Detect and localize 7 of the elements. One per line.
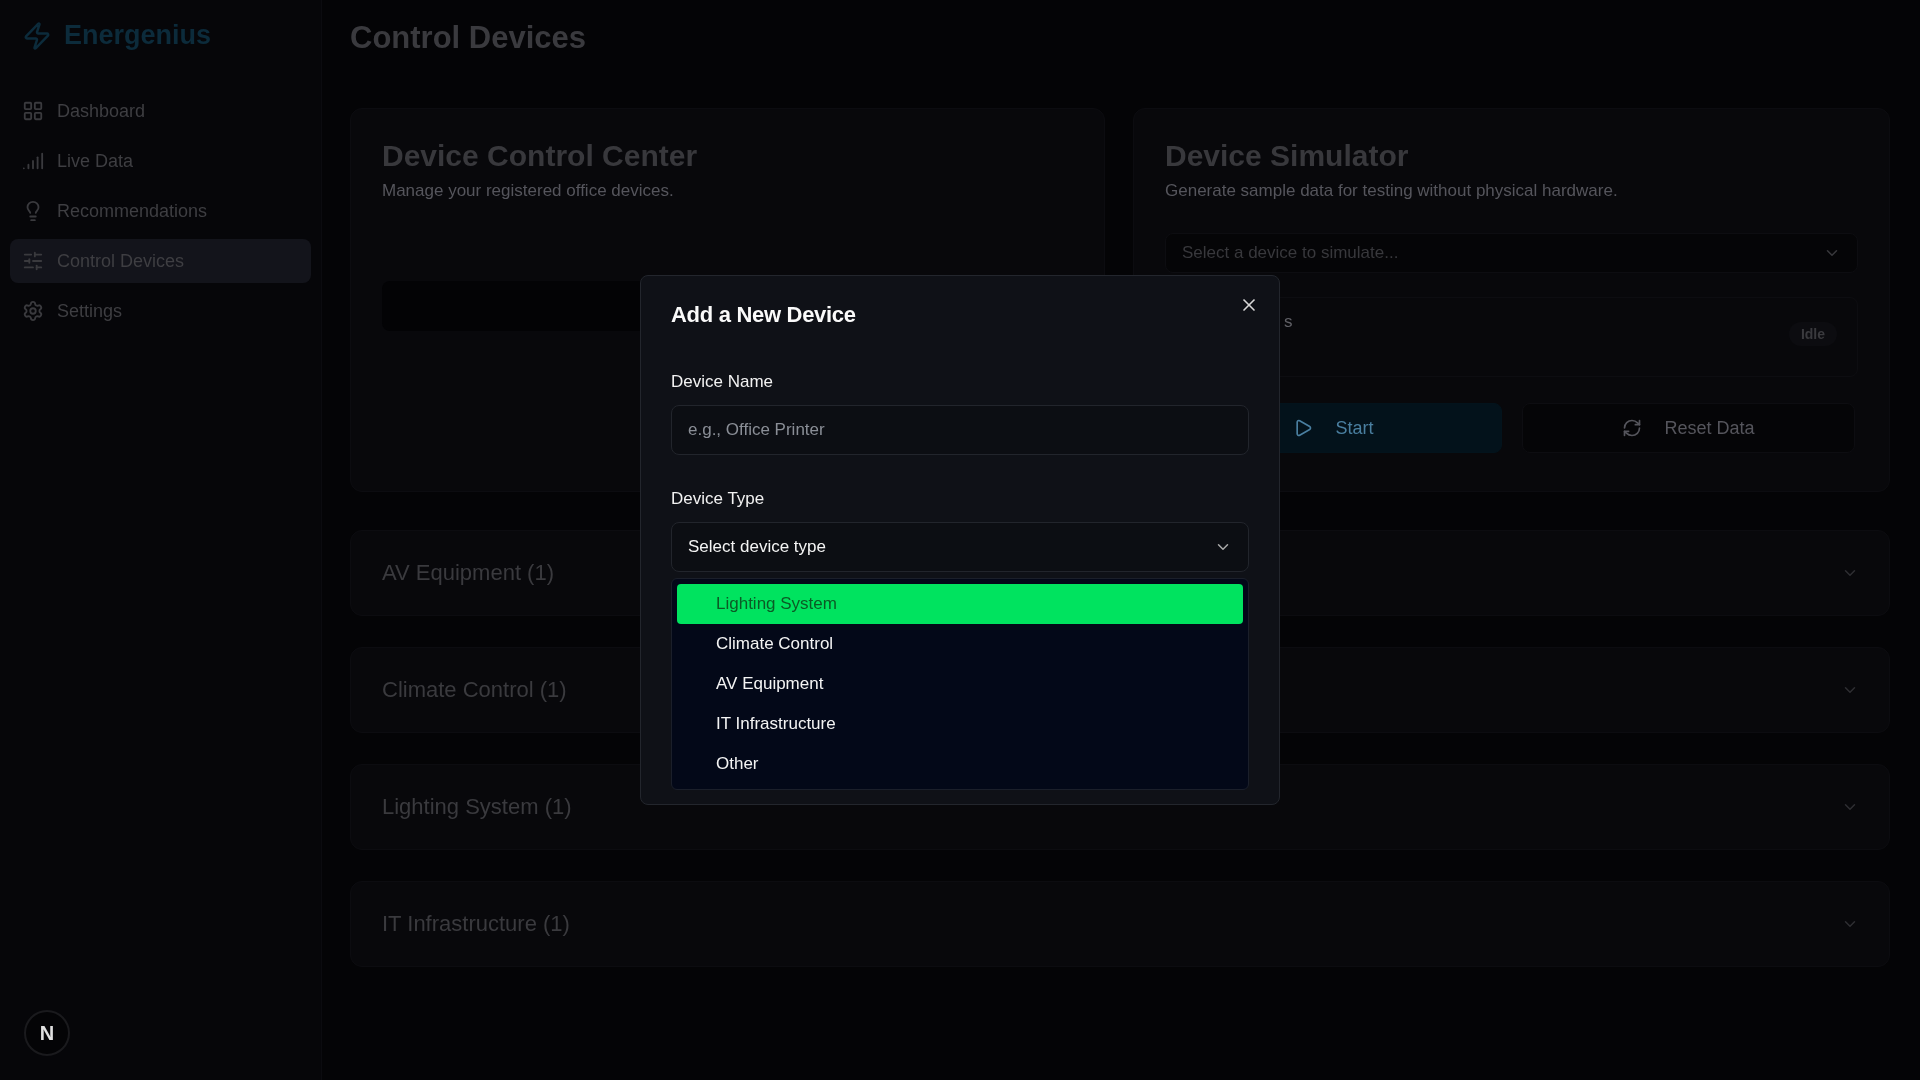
- dialog-title: Add a New Device: [671, 302, 857, 328]
- status-label: s: [1284, 312, 1293, 332]
- card-subtitle: Generate sample data for testing without physical hardware.: [1165, 181, 1619, 201]
- field-label: Device Type: [671, 489, 766, 509]
- page-title: Control Devices: [350, 20, 587, 56]
- field-label: Device Name: [671, 372, 775, 392]
- card-subtitle: Manage your registered office devices.: [382, 181, 675, 201]
